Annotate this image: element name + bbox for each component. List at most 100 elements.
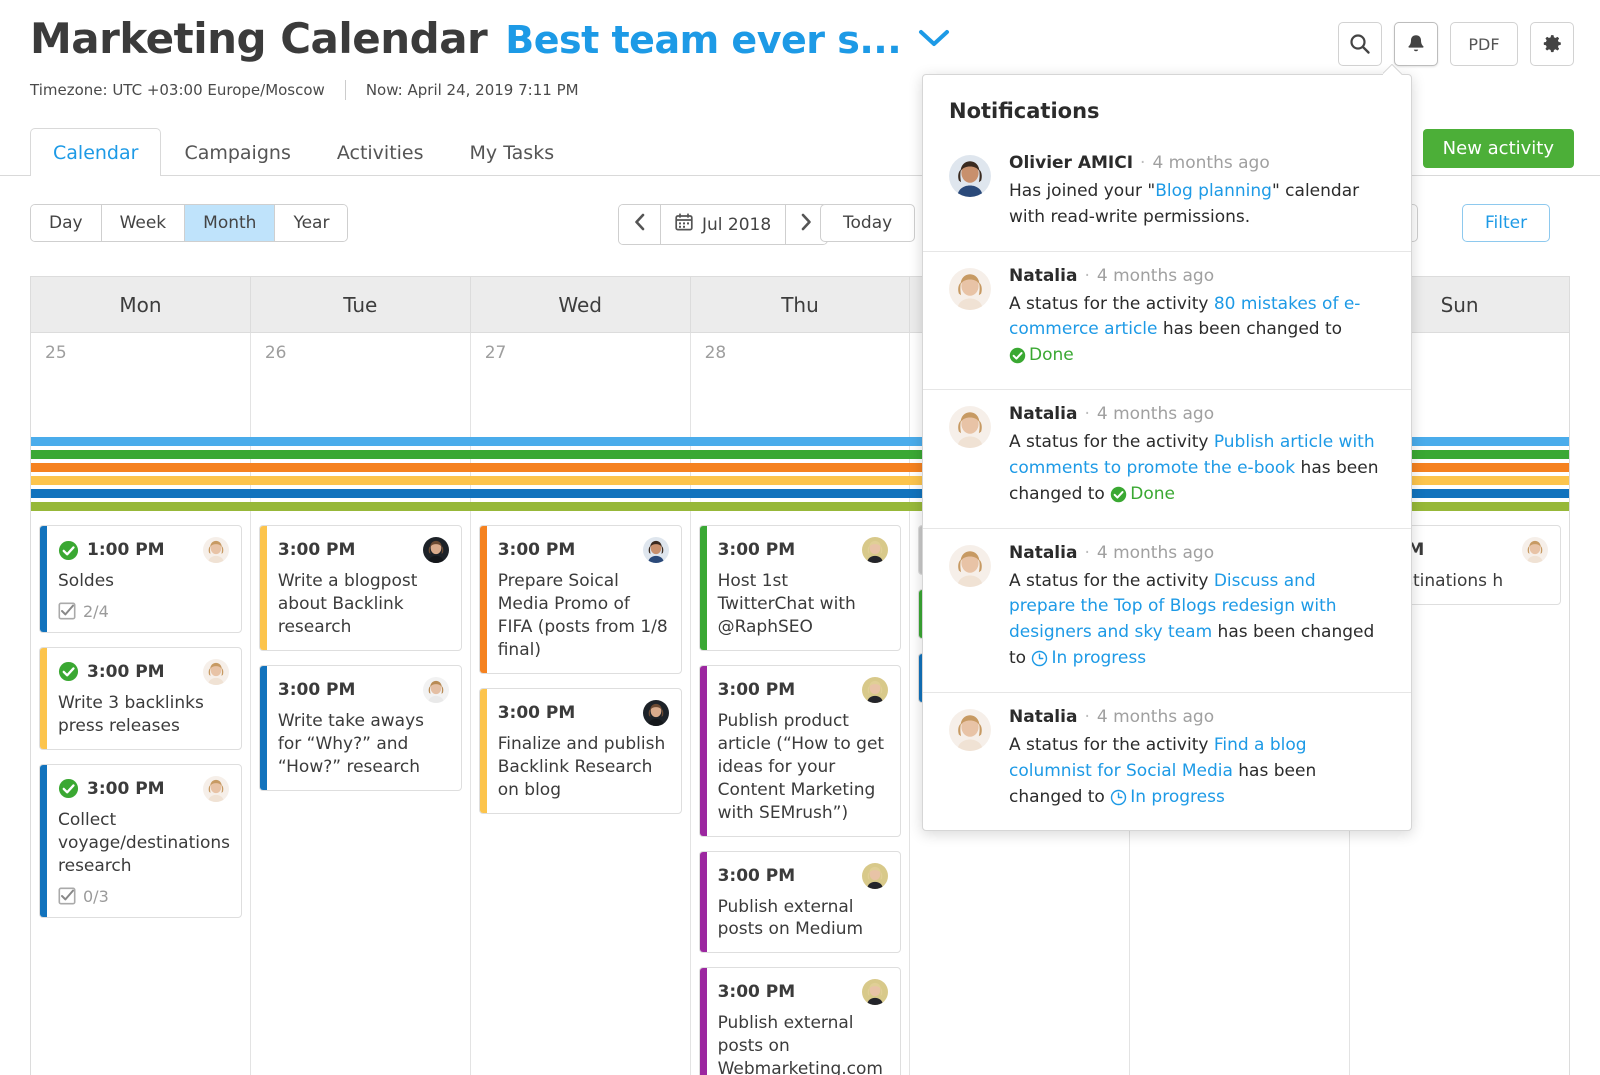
event-color-stripe [259,526,267,650]
avatar[interactable] [949,708,991,751]
avatar[interactable] [422,676,449,703]
event-card[interactable]: 3:00 PM Publish external posts on Webmark… [698,967,902,1075]
new-activity-button[interactable]: New activity [1422,129,1574,168]
event-card[interactable]: 3:00 PM Publish external posts on Medium [698,850,902,954]
title-row: Marketing Calendar Best team ever s... [30,14,951,63]
status-in-progress: In progress [1031,648,1146,668]
event-time-wrap: 3:00 PM [58,778,165,799]
notification-author: Natalia [1009,706,1078,727]
search-button[interactable] [1338,22,1382,66]
avatar[interactable] [202,775,229,802]
event-header: 1:00 PM [58,537,229,563]
notification-item[interactable]: Natalia · 4 months ago A status for the act… [923,250,1411,389]
chevron-down-icon[interactable] [917,27,951,49]
period-navigator: Jul 2018 [618,204,829,245]
event-card[interactable]: 3:00 PM Prepare Soical Media Promo of FIF… [478,525,682,674]
tab-campaigns-label: Campaigns [184,141,291,164]
avatar[interactable] [862,862,889,889]
notification-body: A status for the activity Discuss and pr… [1009,569,1385,672]
avatar[interactable] [202,658,229,685]
avatar[interactable] [862,979,889,1006]
avatar[interactable] [949,155,991,197]
calendar-name[interactable]: Best team ever s... [505,18,901,62]
day-number: 25 [45,343,67,363]
notification-author: Natalia [1009,542,1078,563]
event-time-wrap: 3:00 PM [58,661,165,682]
event-header: 3:00 PM [718,676,889,703]
notification-link[interactable]: Blog planning [1155,181,1272,201]
notification-item[interactable]: Natalia · 4 months ago A status for the act… [923,527,1411,692]
event-card[interactable]: 3:00 PM Publish product article (“How to … [698,664,902,837]
event-header: 3:00 PM [58,775,229,802]
notification-time: 4 months ago [1096,542,1215,563]
event-time-wrap: 3:00 PM [718,680,796,700]
event-title: Finalize and publish Backlink Research o… [497,733,666,800]
avatar[interactable] [1522,537,1549,563]
event-card[interactable]: 1:00 PM Soldes 2/4 [39,525,242,633]
notifications-list: Olivier AMICI · 4 months ago Has joined you… [923,139,1411,830]
event-time: 3:00 PM [277,540,356,560]
event-time-wrap: 1:00 PM [58,540,165,561]
tab-my-tasks[interactable]: My Tasks [447,128,578,176]
view-year[interactable]: Year [275,205,348,241]
pdf-button[interactable]: PDF [1450,22,1518,66]
weekday-thu: Thu [691,277,911,332]
event-card[interactable]: 3:00 PM Finalize and publish Backlink Res… [478,687,682,814]
bell-icon [1405,33,1427,55]
notifications-button[interactable] [1394,22,1438,66]
notification-text: A status for the activity [1009,293,1214,314]
tab-activities[interactable]: Activities [314,128,447,176]
notification-text: A status for the activity [1009,734,1214,755]
notification-meta: Olivier AMICI · 4 months ago [1009,153,1385,173]
event-card[interactable]: 3:00 PM Write take aways for “Why?” and “… [258,664,462,791]
view-month[interactable]: Month [185,205,276,241]
event-time: 3:00 PM [717,540,796,560]
notification-text: A status for the activity [1009,432,1214,453]
avatar[interactable] [949,406,991,449]
notification-dot: · [1140,153,1146,173]
event-card[interactable]: 3:00 PM Write a blogpost about Backlink r… [258,525,462,651]
notification-meta: Natalia · 4 months ago [1009,707,1385,727]
checklist-icon [58,887,76,905]
avatar[interactable] [862,537,889,563]
notification-item[interactable]: Natalia · 4 months ago A status for the act… [923,389,1411,527]
notification-meta: Natalia · 4 months ago [1009,266,1385,286]
notification-item[interactable]: Natalia · 4 months ago A status for the act… [923,691,1411,830]
event-color-stripe [699,526,707,650]
view-day[interactable]: Day [31,205,102,241]
event-card[interactable]: 3:00 PM Collect voyage/destinations resea… [39,763,242,918]
event-time: 3:00 PM [87,778,165,799]
chevron-right-icon [800,213,813,236]
day-events: 3:00 PM Prepare Soical Media Promo of FIF… [478,525,682,828]
avatar[interactable] [422,537,449,563]
notification-item[interactable]: Olivier AMICI · 4 months ago Has joined you… [923,139,1411,251]
avatar[interactable] [642,699,669,726]
tab-calendar[interactable]: Calendar [30,128,162,177]
avatar[interactable] [202,537,229,563]
event-time: 3:00 PM [717,865,796,886]
avatar[interactable] [862,676,889,703]
filter-button[interactable]: Filter [1462,204,1551,242]
view-week[interactable]: Week [101,205,186,241]
period-display[interactable]: Jul 2018 [661,205,787,244]
event-card[interactable]: 3:00 PM Write 3 backlinks press releases [39,646,242,750]
settings-button[interactable] [1530,22,1574,66]
avatar[interactable] [642,537,669,563]
today-button[interactable]: Today [820,204,916,242]
notification-text: A status for the activity [1009,570,1214,591]
event-title: Host 1st TwitterChat with @RaphSEO [717,571,856,637]
notification-text: Has joined your " [1009,181,1156,201]
event-card[interactable]: 3:00 PM Host 1st TwitterChat with @RaphSE… [698,525,902,651]
status-done-icon [58,540,79,560]
tab-campaigns[interactable]: Campaigns [161,128,313,176]
event-color-stripe [699,851,707,953]
avatar[interactable] [949,544,991,587]
event-time-wrap: 3:00 PM [718,982,796,1002]
status-in-progress: In progress [1110,787,1225,807]
notification-time: 4 months ago [1096,404,1215,425]
event-header: 3:00 PM [498,699,669,726]
prev-period-button[interactable] [619,205,661,244]
avatar[interactable] [949,267,991,310]
tab-calendar-label: Calendar [53,141,139,164]
page-title: Marketing Calendar [30,14,488,63]
